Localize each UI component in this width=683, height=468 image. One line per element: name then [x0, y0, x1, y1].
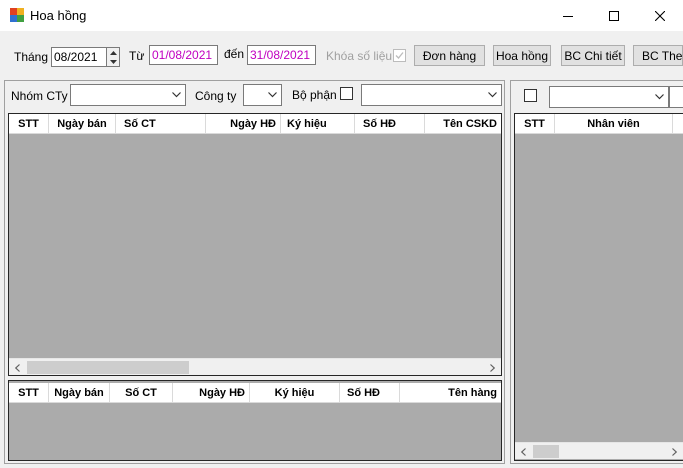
horizontal-scrollbar[interactable] [515, 442, 683, 459]
commission-window: Hoa hồng Tháng 08/2021 Từ 01/08/2021 đến… [0, 0, 683, 468]
title-bar: Hoa hồng [0, 0, 683, 31]
chevron-down-icon [268, 92, 277, 98]
column-header[interactable]: Số CT [110, 383, 173, 403]
month-input[interactable]: 08/2021 [51, 47, 107, 67]
to-label: đến [224, 47, 245, 61]
invoice-grid[interactable]: STT Ngày bán Số CT Ngày HĐ Ký hiệu Số HĐ… [8, 113, 502, 376]
lock-data-label: Khóa số liệu [326, 49, 393, 63]
department-checkbox[interactable] [340, 87, 353, 100]
column-header[interactable]: Ký hiệu [281, 114, 355, 134]
from-label: Từ [129, 49, 145, 63]
month-label: Tháng [14, 50, 49, 64]
staff-grid[interactable]: STT Nhân viên [514, 113, 683, 461]
staff-filter-combo[interactable] [549, 86, 669, 108]
checkmark-icon [395, 52, 404, 59]
column-header[interactable]: STT [9, 383, 49, 403]
month-spinner[interactable] [106, 47, 120, 67]
staff-filter-box[interactable] [669, 86, 683, 108]
column-header-spacer [673, 114, 683, 134]
grid-header: STT Nhân viên [515, 114, 683, 134]
select-all-checkbox[interactable] [524, 89, 537, 102]
chevron-down-icon [488, 92, 497, 98]
department-label: Bộ phận [292, 88, 337, 102]
scroll-right-icon[interactable] [484, 359, 501, 375]
lock-data-checkbox[interactable] [393, 49, 406, 62]
from-date-input[interactable]: 01/08/2021 [149, 45, 218, 65]
column-header[interactable]: Số HĐ [355, 114, 425, 134]
scroll-left-icon[interactable] [9, 359, 26, 375]
column-header[interactable]: Ngày HĐ [173, 383, 250, 403]
column-header[interactable]: Tên CSKD [425, 114, 501, 134]
product-grid[interactable]: STT Ngày bán Số CT Ngày HĐ Ký hiệu Số HĐ… [8, 380, 502, 461]
window-title: Hoa hồng [30, 8, 87, 23]
scroll-left-icon[interactable] [515, 443, 532, 460]
column-header[interactable]: Số CT [116, 114, 206, 134]
commission-button[interactable]: Hoa hồng [493, 45, 551, 66]
column-header[interactable]: Ký hiệu [250, 383, 340, 403]
to-date-input[interactable]: 31/08/2021 [247, 45, 316, 65]
column-header[interactable]: Ngày HĐ [206, 114, 281, 134]
company-combo[interactable] [243, 84, 282, 106]
company-group-label: Nhóm CTy [11, 89, 68, 103]
company-group-combo[interactable] [70, 84, 186, 106]
column-header[interactable]: Số HĐ [340, 383, 400, 403]
orders-button[interactable]: Đơn hàng [414, 45, 485, 66]
department-combo[interactable] [361, 84, 502, 106]
scroll-right-icon[interactable] [666, 443, 683, 460]
column-header[interactable]: STT [515, 114, 555, 134]
spin-up-icon[interactable] [107, 48, 119, 57]
report-by-button[interactable]: BC Theo [633, 45, 683, 66]
chevron-down-icon [172, 92, 181, 98]
close-icon [655, 10, 665, 21]
grid-header: STT Ngày bán Số CT Ngày HĐ Ký hiệu Số HĐ… [9, 383, 501, 403]
column-header[interactable]: Tên hàng [400, 383, 501, 403]
column-header[interactable]: Ngày bán [49, 114, 116, 134]
minimize-button[interactable] [545, 0, 591, 31]
spin-down-icon[interactable] [107, 57, 119, 66]
column-header[interactable]: STT [9, 114, 49, 134]
chevron-down-icon [655, 94, 664, 100]
maximize-icon [609, 10, 619, 21]
column-header[interactable]: Ngày bán [49, 383, 110, 403]
scrollbar-thumb[interactable] [27, 361, 189, 374]
company-label: Công ty [195, 89, 237, 103]
maximize-button[interactable] [591, 0, 637, 31]
scrollbar-thumb[interactable] [533, 445, 559, 458]
app-icon [10, 8, 24, 22]
horizontal-scrollbar[interactable] [9, 358, 501, 375]
detail-report-button[interactable]: BC Chi tiết [561, 45, 625, 66]
column-header[interactable]: Nhân viên [555, 114, 673, 134]
minimize-icon [563, 15, 573, 17]
close-button[interactable] [637, 0, 683, 31]
grid-header: STT Ngày bán Số CT Ngày HĐ Ký hiệu Số HĐ… [9, 114, 501, 134]
